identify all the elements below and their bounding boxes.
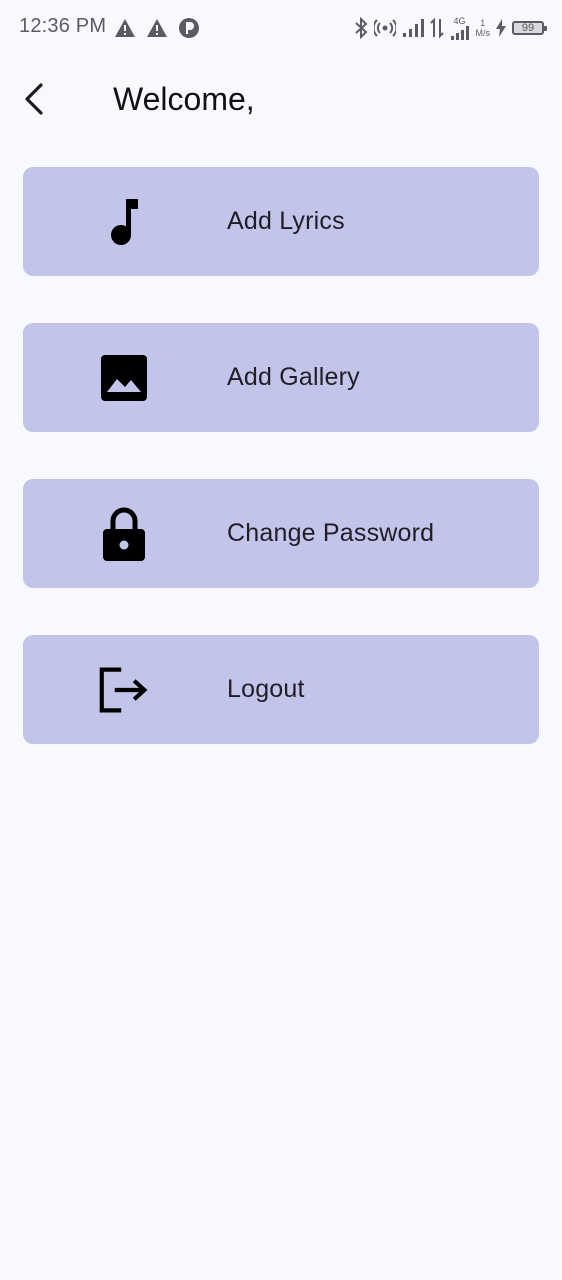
- add-gallery-button[interactable]: Add Gallery: [23, 323, 539, 432]
- data-transfer-icon: [429, 17, 444, 39]
- signal-icon: [450, 26, 469, 40]
- network-speed: 1 M/s: [476, 18, 491, 38]
- add-lyrics-button[interactable]: Add Lyrics: [23, 167, 539, 276]
- page-title: Welcome,: [113, 81, 255, 117]
- app-notification-icon: [178, 17, 200, 39]
- logout-button[interactable]: Logout: [23, 635, 539, 744]
- app-bar: Welcome,: [0, 68, 562, 130]
- menu-list: Add Lyrics Add Gallery Change Password L…: [23, 167, 539, 791]
- network-speed-value: 1: [480, 18, 486, 28]
- signal-icon: [402, 18, 424, 38]
- network-type: 4G: [450, 16, 470, 40]
- menu-item-label: Change Password: [227, 519, 435, 547]
- menu-item-label: Add Gallery: [227, 363, 360, 391]
- network-speed-unit: M/s: [475, 28, 491, 38]
- change-password-button[interactable]: Change Password: [23, 479, 539, 588]
- image-icon: [99, 353, 149, 403]
- network-type-label: 4G: [453, 16, 466, 26]
- notification-icons: [114, 16, 200, 40]
- logout-icon: [99, 665, 149, 715]
- warning-icon: [146, 18, 168, 38]
- chevron-left-icon: [25, 83, 43, 115]
- status-time: 12:36 PM: [19, 15, 107, 37]
- battery-icon: 99: [512, 21, 547, 35]
- hotspot-icon: [373, 18, 396, 38]
- status-bar: 12:36 PM 4G 1 M/s 99: [0, 0, 562, 58]
- menu-item-label: Logout: [227, 675, 305, 703]
- system-icons: 4G 1 M/s 99: [354, 15, 547, 41]
- music-note-icon: [99, 197, 149, 247]
- back-button[interactable]: [14, 78, 56, 120]
- charging-icon: [496, 19, 506, 37]
- bluetooth-icon: [354, 17, 368, 39]
- warning-icon: [114, 18, 136, 38]
- lock-icon: [99, 507, 149, 561]
- menu-item-label: Add Lyrics: [227, 207, 345, 235]
